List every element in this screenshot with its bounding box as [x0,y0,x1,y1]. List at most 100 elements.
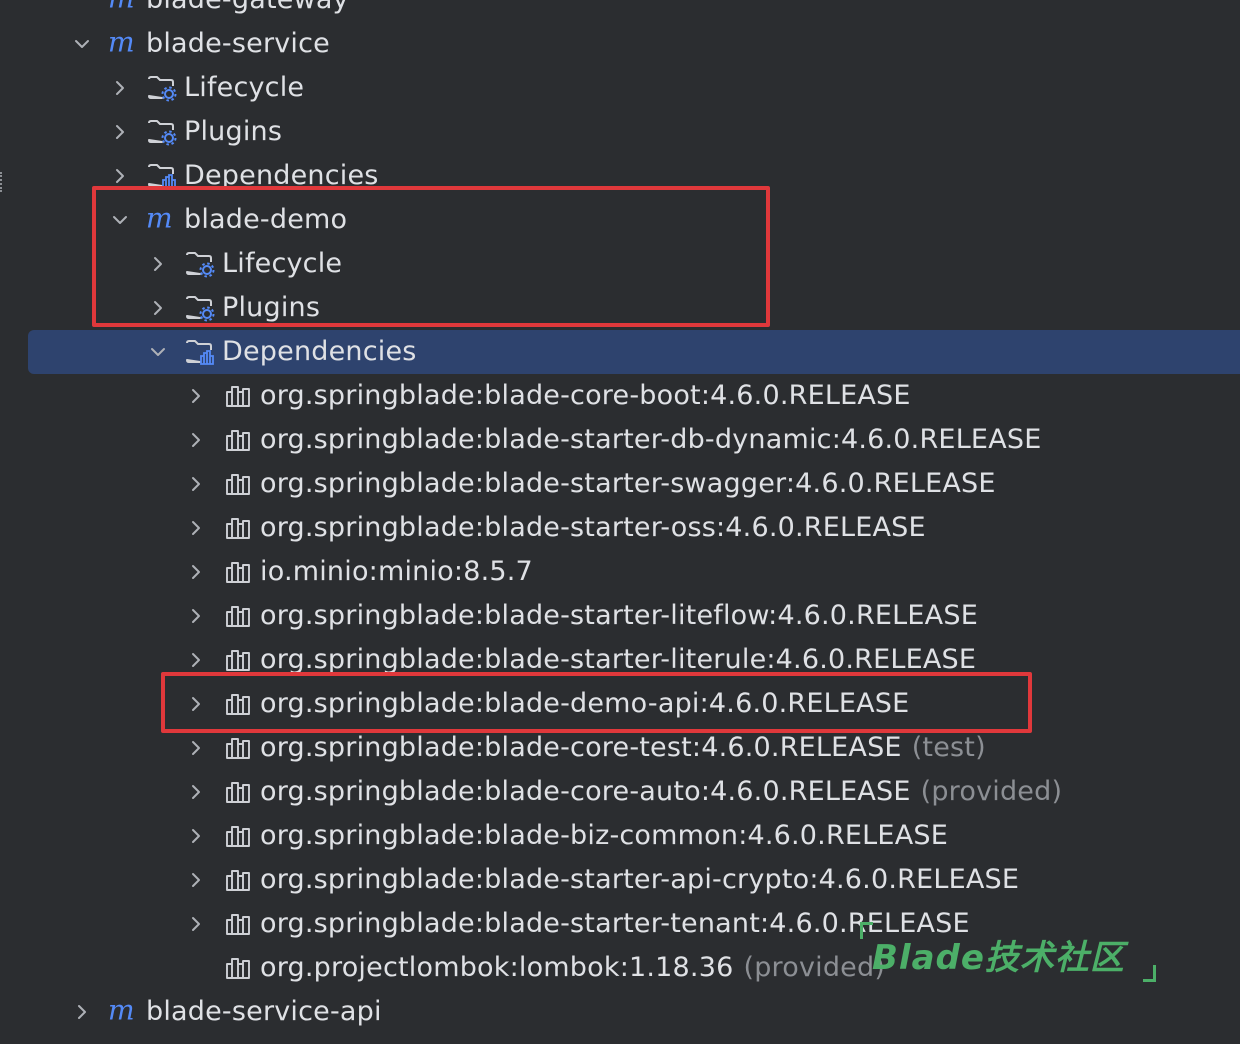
tree-node-text: org.projectlombok:lombok:1.18.36 [260,952,734,983]
dependency-row[interactable]: org.springblade:blade-starter-oss:4.6.0.… [0,506,1240,550]
chevron-right-icon[interactable] [184,868,208,892]
maven-module-icon: m [106,0,138,16]
dependency-row[interactable]: org.springblade:blade-core-auto:4.6.0.RE… [0,770,1240,814]
dependency-row[interactable]: org.springblade:blade-starter-literule:4… [0,638,1240,682]
chevron-right-icon[interactable] [184,384,208,408]
tree-node-text: org.springblade:blade-core-auto:4.6.0.RE… [260,776,911,807]
dependency-scope: (provided) [920,776,1063,807]
library-icon [222,820,254,852]
chevron-right-icon[interactable] [146,296,170,320]
folder-lifecycle-icon [184,248,216,280]
tree-node-text: org.springblade:blade-core-boot:4.6.0.RE… [260,380,911,411]
library-icon [222,600,254,632]
tree-node-text: org.springblade:blade-starter-oss:4.6.0.… [260,512,926,543]
tree-node-text: org.springblade:blade-demo-api:4.6.0.REL… [260,688,910,719]
folder-lifecycle-icon [146,72,178,104]
tree-node-label: org.springblade:blade-core-test:4.6.0.RE… [260,732,986,763]
tree-node-text: org.springblade:blade-core-test:4.6.0.RE… [260,732,902,763]
tree-node-label: org.springblade:blade-demo-api:4.6.0.REL… [260,688,909,719]
library-icon [222,908,254,940]
svg-text:m: m [108,28,135,59]
tree-node-label: org.springblade:blade-starter-db-dynamic… [260,424,1041,455]
chevron-down-icon[interactable] [108,208,132,232]
tree-node-label: org.springblade:blade-core-auto:4.6.0.RE… [260,776,1062,807]
chevron-right-icon[interactable] [184,824,208,848]
library-icon [222,380,254,412]
tree-node-label: org.springblade:blade-core-boot:4.6.0.RE… [260,380,911,411]
tree-node-label: Lifecycle [222,248,342,279]
chevron-right-icon[interactable] [108,76,132,100]
tree-node-label: org.springblade:blade-starter-api-crypto… [260,864,1019,895]
watermark: Blade技术社区 [860,918,1156,984]
tree-node-text: Dependencies [222,336,417,367]
tree-node-label: io.minio:minio:8.5.7 [260,556,533,587]
dependency-row[interactable]: org.springblade:blade-core-test:4.6.0.RE… [0,726,1240,770]
tree-node-text: org.springblade:blade-starter-liteflow:4… [260,600,978,631]
tree-node-label: org.projectlombok:lombok:1.18.36 (provide… [260,952,885,983]
tree-node-service-lifecycle[interactable]: Lifecycle [0,66,1240,110]
library-icon [222,424,254,456]
dependency-row[interactable]: org.springblade:blade-biz-common:4.6.0.R… [0,814,1240,858]
tree-node-demo-plugins[interactable]: Plugins [0,286,1240,330]
chevron-right-icon[interactable] [184,516,208,540]
dependency-row[interactable]: org.springblade:blade-demo-api:4.6.0.REL… [0,682,1240,726]
chevron-right-icon[interactable] [184,736,208,760]
tree-node-text: Dependencies [184,160,379,191]
tree-node-blade-demo[interactable]: m blade-demo [0,198,1240,242]
folder-plugins-icon [184,292,216,324]
library-icon [222,688,254,720]
tree-node-label: org.springblade:blade-starter-liteflow:4… [260,600,978,631]
dependency-row[interactable]: io.minio:minio:8.5.7 [0,550,1240,594]
chevron-right-icon[interactable] [184,648,208,672]
chevron-right-icon[interactable] [70,1000,94,1024]
tree-node-service-dependencies[interactable]: Dependencies [0,154,1240,198]
dependency-scope: (test) [911,732,986,763]
tree-node-demo-lifecycle[interactable]: Lifecycle [0,242,1240,286]
chevron-right-icon[interactable] [184,780,208,804]
chevron-right-icon[interactable] [146,252,170,276]
folder-dependencies-icon [184,336,216,368]
chevron-right-icon[interactable] [184,692,208,716]
maven-project-tree: m blade-gateway m blade-service Lifecycle Plu… [0,0,1240,1044]
tree-node-blade-service-api[interactable]: m blade-service-api [0,990,1240,1034]
tree-node-text: org.springblade:blade-biz-common:4.6.0.R… [260,820,948,851]
tree-node-label: blade-demo [184,204,347,235]
tree-node-text: blade-service [146,28,330,59]
tree-node-demo-dependencies[interactable]: Dependencies [28,330,1240,374]
chevron-down-icon[interactable] [70,32,94,56]
chevron-right-icon[interactable] [108,120,132,144]
chevron-down-icon[interactable] [146,340,170,364]
tree-node-text: org.springblade:blade-starter-api-crypto… [260,864,1020,895]
tree-node-service-plugins[interactable]: Plugins [0,110,1240,154]
chevron-right-icon[interactable] [184,472,208,496]
tree-node-blade-gateway[interactable]: m blade-gateway [0,0,1240,22]
tree-node-text: org.springblade:blade-starter-swagger:4.… [260,468,996,499]
library-icon [222,468,254,500]
dependency-row[interactable]: org.springblade:blade-starter-liteflow:4… [0,594,1240,638]
watermark-corner-bottom-right [1143,965,1156,982]
dependency-row[interactable]: org.springblade:blade-starter-db-dynamic… [0,418,1240,462]
chevron-right-icon[interactable] [184,912,208,936]
tree-node-text: Lifecycle [222,248,343,279]
tree-node-text: io.minio:minio:8.5.7 [260,556,533,587]
library-icon [222,556,254,588]
library-icon [222,952,254,984]
chevron-right-icon[interactable] [184,428,208,452]
tree-node-text: org.springblade:blade-starter-db-dynamic… [260,424,1042,455]
chevron-right-icon[interactable] [184,560,208,584]
dependency-row[interactable]: org.springblade:blade-starter-swagger:4.… [0,462,1240,506]
maven-module-icon: m [106,28,138,60]
library-icon [222,644,254,676]
tree-node-blade-service[interactable]: m blade-service [0,22,1240,66]
library-icon [222,732,254,764]
chevron-right-icon[interactable] [184,604,208,628]
tree-node-text: Plugins [184,116,283,147]
dependency-row[interactable]: org.springblade:blade-core-boot:4.6.0.RE… [0,374,1240,418]
tree-node-label: org.springblade:blade-starter-literule:4… [260,644,976,675]
chevron-right-icon[interactable] [108,164,132,188]
tree-node-label: Dependencies [222,336,417,367]
tree-node-label: org.springblade:blade-biz-common:4.6.0.R… [260,820,948,851]
tree-node-text: Plugins [222,292,321,323]
dependency-row[interactable]: org.springblade:blade-starter-api-crypto… [0,858,1240,902]
library-icon [222,512,254,544]
